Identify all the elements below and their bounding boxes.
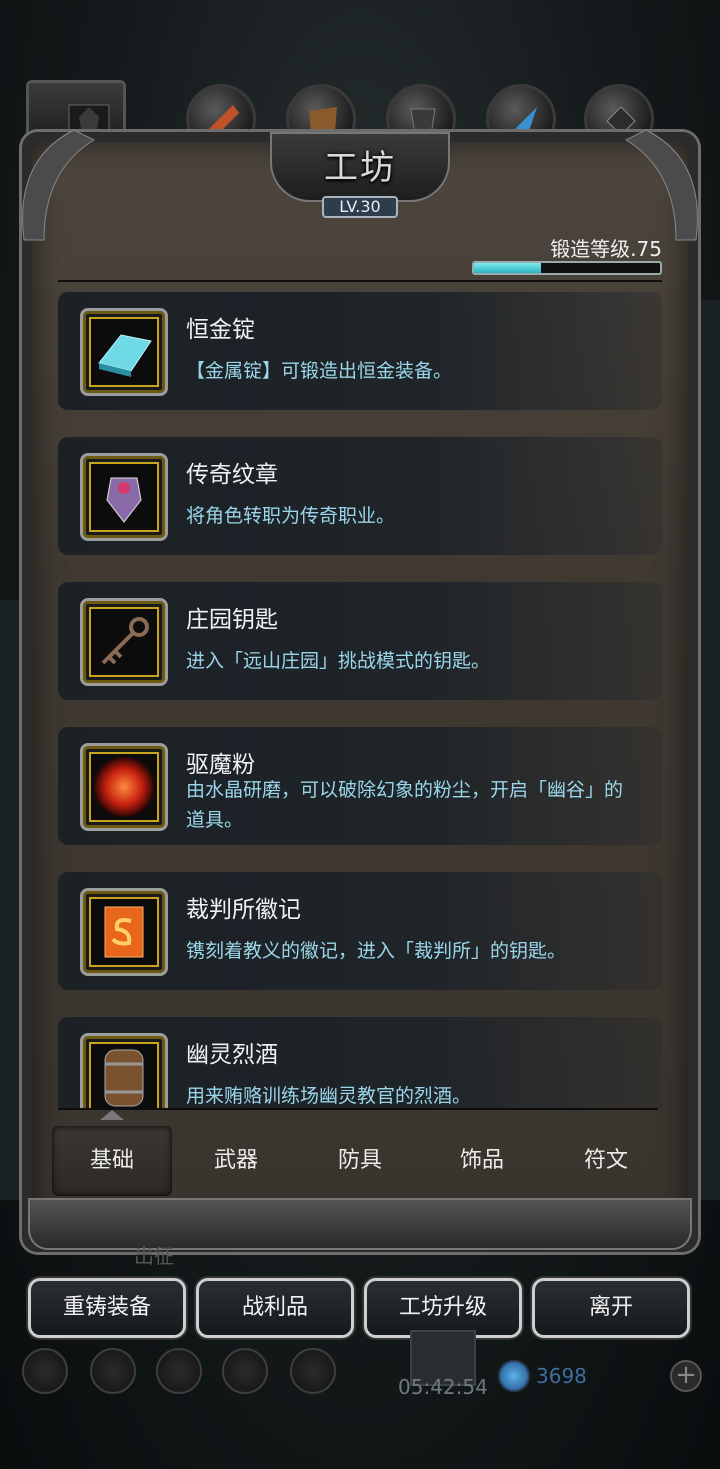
item-title: 恒金锭 <box>186 317 255 343</box>
crest-icon <box>106 477 142 523</box>
tab-rune[interactable]: 符文 <box>546 1126 666 1196</box>
add-gems-button[interactable]: + <box>670 1360 702 1392</box>
forge-level-label: 锻造等级.75 <box>550 237 662 261</box>
loot-button[interactable]: 战利品 <box>196 1278 354 1338</box>
item-title: 幽灵烈酒 <box>186 1042 278 1068</box>
key-icon <box>101 617 149 665</box>
list-item[interactable]: 幽灵烈酒 用来贿赂训练场幽灵教官的烈酒。 <box>58 1017 662 1108</box>
item-icon-frame <box>80 743 168 831</box>
item-desc: 进入「远山庄园」挑战模式的钥匙。 <box>186 650 491 672</box>
crown-icon[interactable] <box>290 1348 336 1394</box>
list-divider <box>58 1108 658 1110</box>
background-city <box>0 600 22 1200</box>
frame-ornament-right <box>624 129 698 241</box>
scroll-up-icon <box>100 1110 124 1120</box>
item-icon-frame <box>80 888 168 976</box>
item-icon-frame <box>80 598 168 686</box>
tab-basic[interactable]: 基础 <box>52 1126 172 1196</box>
header-divider <box>58 280 662 282</box>
page-title: 工坊 <box>324 148 396 188</box>
powder-icon <box>94 757 154 817</box>
upgrade-workshop-button[interactable]: 工坊升级 <box>364 1278 522 1338</box>
item-title: 庄园钥匙 <box>186 607 278 633</box>
frame-ornament-left <box>22 129 96 241</box>
tab-armor[interactable]: 防具 <box>300 1126 420 1196</box>
exit-button[interactable]: 离开 <box>532 1278 690 1338</box>
ingot-icon <box>98 334 152 377</box>
list-item[interactable]: 传奇纹章 将角色转职为传奇职业。 <box>58 437 662 555</box>
item-desc: 用来贿赂训练场幽灵教官的烈酒。 <box>186 1085 472 1107</box>
background-city-right <box>698 300 720 1200</box>
item-title: 传奇纹章 <box>186 462 278 488</box>
gem-icon <box>498 1360 530 1392</box>
list-item[interactable]: 庄园钥匙 进入「远山庄园」挑战模式的钥匙。 <box>58 582 662 700</box>
tab-accessory[interactable]: 饰品 <box>422 1126 542 1196</box>
mail-icon[interactable] <box>222 1348 268 1394</box>
barrel-icon <box>104 1049 144 1107</box>
item-title: 裁判所徽记 <box>186 897 301 923</box>
item-desc: 【金属锭】可锻造出恒金装备。 <box>186 360 453 382</box>
item-icon-frame <box>80 453 168 541</box>
gem-count: 3698 <box>536 1364 587 1388</box>
item-icon-frame <box>80 1033 168 1108</box>
background-label: 出征 <box>134 1244 174 1268</box>
forge-progress-bar <box>472 261 662 275</box>
list-item[interactable]: 裁判所徽记 镌刻着教义的徽记，进入「裁判所」的钥匙。 <box>58 872 662 990</box>
item-desc: 由水晶研磨，可以破除幻象的粉尘，开启「幽谷」的道具。 <box>186 779 624 831</box>
settings-gear-icon[interactable] <box>22 1348 68 1394</box>
forge-progress-fill <box>474 263 541 273</box>
tab-weapon[interactable]: 武器 <box>176 1126 296 1196</box>
item-icon-frame <box>80 308 168 396</box>
item-desc: 镌刻着教义的徽记，进入「裁判所」的钥匙。 <box>186 940 567 962</box>
emblem-icon <box>104 906 144 958</box>
frame-bottom-ornament <box>28 1198 692 1250</box>
timer-text: 05:42:54 <box>398 1375 488 1399</box>
item-title: 驱魔粉 <box>186 752 255 778</box>
list-item[interactable]: 驱魔粉 由水晶研磨，可以破除幻象的粉尘，开启「幽谷」的道具。 <box>58 727 662 845</box>
item-list[interactable]: 恒金锭 【金属锭】可锻造出恒金装备。 传奇纹章 将角色转职为传奇职业。 庄园钥匙… <box>58 292 662 1108</box>
item-desc: 将角色转职为传奇职业。 <box>186 505 396 527</box>
gate-icon[interactable] <box>156 1348 202 1394</box>
category-tabs: 基础 武器 防具 饰品 符文 <box>52 1126 668 1196</box>
workshop-level-badge: LV.30 <box>322 196 398 218</box>
star-icon[interactable] <box>90 1348 136 1394</box>
list-item[interactable]: 恒金锭 【金属锭】可锻造出恒金装备。 <box>58 292 662 410</box>
reforge-button[interactable]: 重铸装备 <box>28 1278 186 1338</box>
